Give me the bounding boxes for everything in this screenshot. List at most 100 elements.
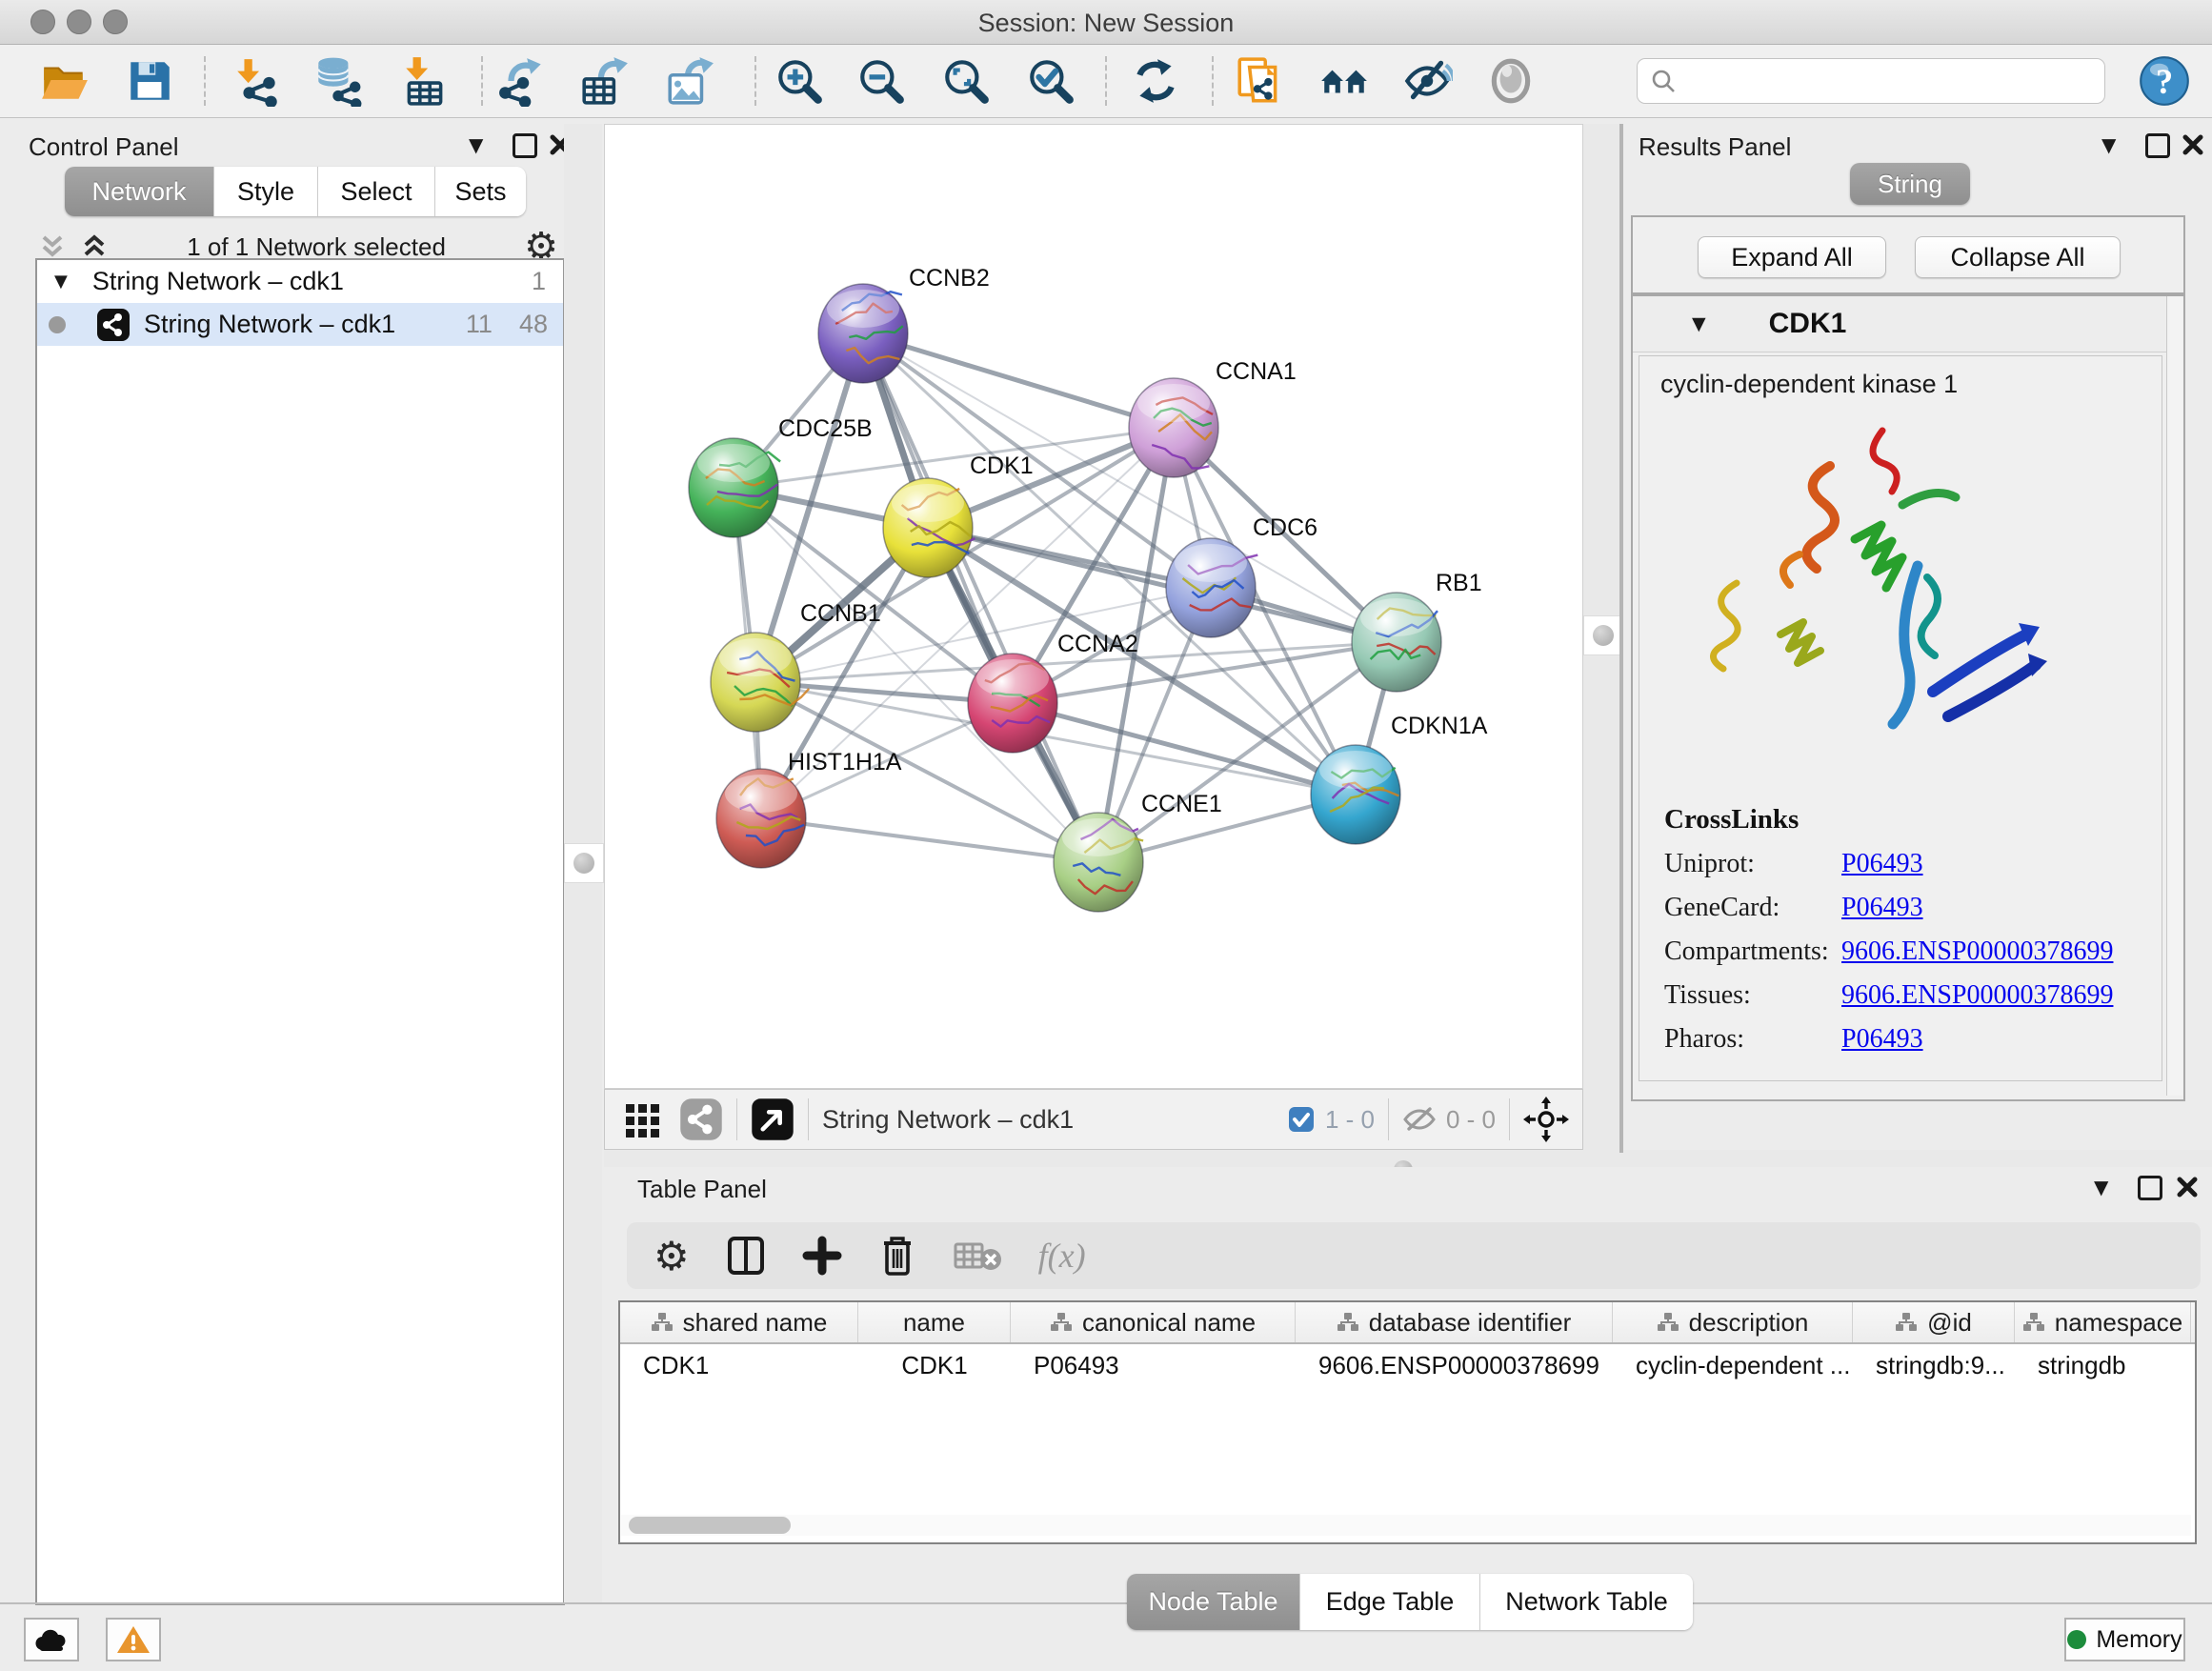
collection-disclosure-icon[interactable]: ▼	[54, 272, 68, 292]
table-cell[interactable]: CDK1	[858, 1344, 1011, 1386]
export-network-button[interactable]	[496, 52, 550, 110]
memory-status-button[interactable]: Memory	[2064, 1618, 2185, 1661]
import-table-button[interactable]	[398, 52, 452, 110]
left-splitter-handle[interactable]	[564, 843, 604, 883]
tab-string[interactable]: String	[1850, 163, 1970, 205]
selected-checkbox-icon[interactable]	[1287, 1105, 1316, 1134]
export-table-button[interactable]	[578, 52, 632, 110]
help-button[interactable]: ?	[2138, 52, 2191, 110]
delete-table-icon[interactable]	[953, 1237, 1002, 1275]
import-network-database-button[interactable]	[311, 52, 364, 110]
protein-section-header[interactable]: ▼ CDK1	[1633, 296, 2166, 352]
crosslink-value-link[interactable]: P06493	[1841, 893, 1923, 923]
toolbar-search[interactable]	[1637, 58, 2105, 104]
network-edge[interactable]	[928, 528, 1397, 642]
network-edge[interactable]	[863, 333, 1174, 428]
warning-status-button[interactable]	[106, 1618, 161, 1661]
grid-view-icon[interactable]	[622, 1098, 664, 1140]
import-network-file-button[interactable]	[231, 52, 285, 110]
hidden-eye-icon[interactable]	[1402, 1105, 1437, 1134]
network-collection-row[interactable]: ▼ String Network – cdk1 1	[37, 260, 563, 303]
network-node-ccna2[interactable]: CCNA2	[968, 631, 1138, 753]
crosslink-value-link[interactable]: P06493	[1841, 849, 1923, 879]
first-neighbors-button[interactable]	[1317, 52, 1371, 110]
function-builder-icon[interactable]: f(x)	[1038, 1236, 1086, 1276]
network-edge[interactable]	[761, 818, 1098, 862]
column-header-description[interactable]: description	[1613, 1302, 1853, 1342]
network-canvas[interactable]: CCNB2CCNA1CDC25BCDK1CDC6RB1CCNB1CCNA2CDK…	[604, 124, 1583, 1089]
network-node-rb1[interactable]: RB1	[1352, 570, 1482, 692]
tab-select[interactable]: Select	[318, 167, 435, 216]
tab-edge-table[interactable]: Edge Table	[1300, 1574, 1480, 1630]
table-cell[interactable]: P06493	[1011, 1344, 1296, 1386]
column-header-namespace[interactable]: namespace	[2015, 1302, 2191, 1342]
crosslink-value-link[interactable]: 9606.ENSP00000378699	[1841, 980, 2113, 1011]
network-row[interactable]: String Network – cdk1 11 48	[37, 303, 563, 346]
column-header-canonical-name[interactable]: canonical name	[1011, 1302, 1296, 1342]
open-session-button[interactable]	[38, 52, 91, 110]
network-node-ccna1[interactable]: CCNA1	[1129, 358, 1297, 477]
tab-node-table[interactable]: Node Table	[1127, 1574, 1300, 1630]
results-scrollbar[interactable]	[2166, 296, 2182, 1096]
save-session-button[interactable]	[123, 52, 176, 110]
export-image-button[interactable]	[663, 52, 716, 110]
network-node-hist1h1a[interactable]: HIST1H1A	[716, 749, 902, 868]
table-scrollbar-thumb[interactable]	[629, 1517, 791, 1534]
delete-column-trash-icon[interactable]	[878, 1234, 916, 1278]
search-input[interactable]	[1678, 66, 2081, 97]
expand-all-button[interactable]: Expand All	[1698, 236, 1886, 278]
control-panel-collapse-icon[interactable]: ▼	[469, 133, 483, 156]
table-horizontal-scrollbar[interactable]	[621, 1515, 2191, 1536]
zoom-selected-button[interactable]	[1024, 52, 1077, 110]
table-panel-float-icon[interactable]	[2138, 1176, 2162, 1200]
hide-selected-button[interactable]	[1400, 52, 1454, 110]
results-panel-collapse-icon[interactable]: ▼	[2101, 133, 2116, 156]
tab-sets[interactable]: Sets	[435, 167, 526, 216]
column-header-shared-name[interactable]: shared name	[620, 1302, 858, 1342]
open-view-icon[interactable]	[751, 1097, 794, 1141]
protein-disclosure-icon[interactable]: ▼	[1692, 313, 1706, 334]
tab-network-table[interactable]: Network Table	[1480, 1574, 1693, 1630]
show-all-button[interactable]	[1484, 52, 1538, 110]
results-panel-close-icon[interactable]	[2182, 133, 2204, 156]
create-column-plus-icon[interactable]	[802, 1235, 842, 1277]
results-content-box: ▼ CDK1 cyclin-dependent kinase 1	[1631, 294, 2185, 1101]
column-header-database-identifier[interactable]: database identifier	[1296, 1302, 1613, 1342]
zoom-fit-button[interactable]	[939, 52, 993, 110]
network-edge[interactable]	[863, 333, 1098, 862]
network-node-ccnb1[interactable]: CCNB1	[711, 600, 881, 732]
tab-style[interactable]: Style	[214, 167, 318, 216]
control-panel-float-icon[interactable]	[513, 133, 537, 158]
table-panel-collapse-icon[interactable]: ▼	[2094, 1176, 2108, 1198]
table-options-gear-icon[interactable]: ⚙	[654, 1233, 690, 1279]
network-node-cdc25b[interactable]: CDC25B	[689, 415, 873, 537]
network-graph[interactable]: CCNB2CCNA1CDC25BCDK1CDC6RB1CCNB1CCNA2CDK…	[605, 125, 1582, 1088]
clone-network-view-button[interactable]	[1233, 52, 1286, 110]
network-node-cdkn1a[interactable]: CDKN1A	[1311, 713, 1488, 844]
table-row[interactable]: CDK1CDK1P064939606.ENSP00000378699cyclin…	[620, 1344, 2195, 1386]
table-cell[interactable]: cyclin-dependent ...	[1613, 1344, 1853, 1386]
cloud-status-button[interactable]	[24, 1618, 79, 1661]
table-panel-close-icon[interactable]	[2176, 1176, 2199, 1198]
node-label: HIST1H1A	[788, 749, 902, 775]
table-cell[interactable]: stringdb	[2015, 1344, 2191, 1386]
show-columns-icon[interactable]	[726, 1235, 766, 1277]
birdseye-crosshair-icon[interactable]	[1523, 1097, 1569, 1142]
crosslink-value-link[interactable]: P06493	[1841, 1024, 1923, 1055]
crosslink-row: Uniprot:P06493	[1664, 849, 2141, 879]
string-app-icon[interactable]	[679, 1097, 723, 1141]
table-cell[interactable]: stringdb:9...	[1853, 1344, 2015, 1386]
network-node-ccne1[interactable]: CCNE1	[1054, 791, 1222, 912]
column-header-name[interactable]: name	[858, 1302, 1011, 1342]
refresh-button[interactable]	[1129, 52, 1182, 110]
zoom-in-button[interactable]	[773, 52, 826, 110]
collapse-all-button[interactable]: Collapse All	[1915, 236, 2121, 278]
crosslink-value-link[interactable]: 9606.ENSP00000378699	[1841, 936, 2113, 967]
results-panel-float-icon[interactable]	[2145, 133, 2170, 158]
zoom-out-button[interactable]	[855, 52, 908, 110]
right-splitter-handle[interactable]	[1583, 615, 1623, 655]
column-header--id[interactable]: @id	[1853, 1302, 2015, 1342]
table-cell[interactable]: 9606.ENSP00000378699	[1296, 1344, 1613, 1386]
table-cell[interactable]: CDK1	[620, 1344, 858, 1386]
tab-network[interactable]: Network	[65, 167, 214, 216]
